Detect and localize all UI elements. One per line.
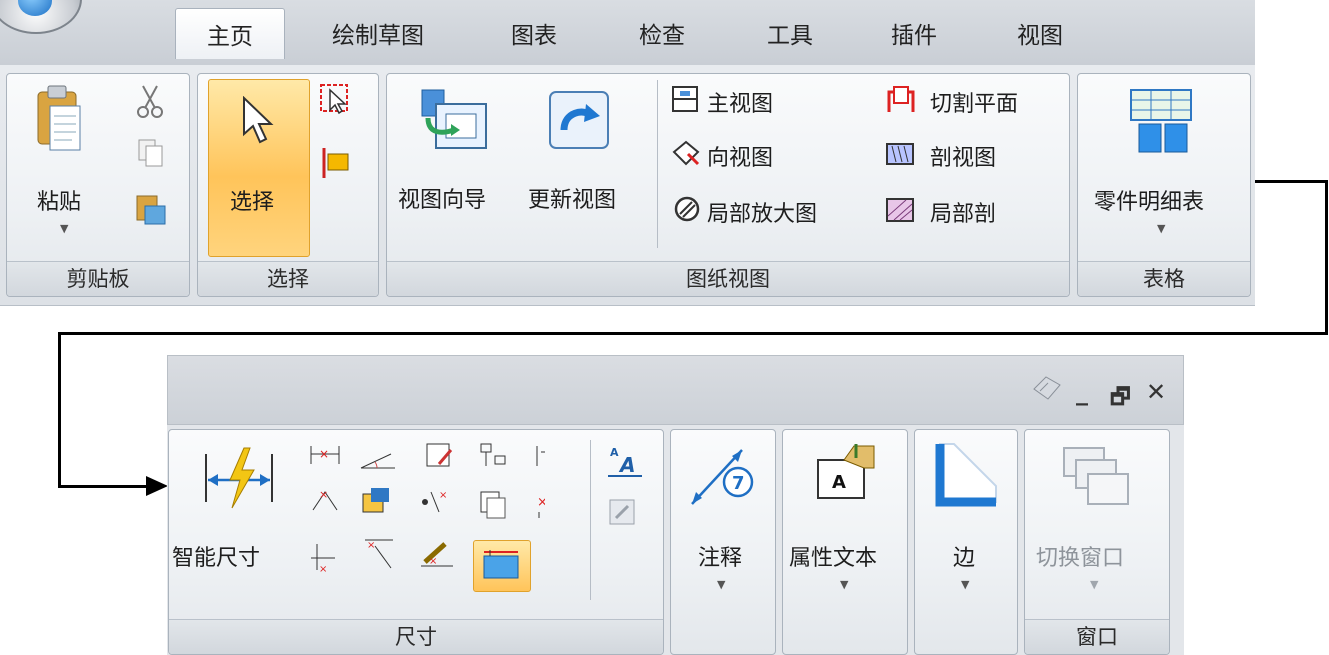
minimize-button[interactable]: _ [1076,378,1088,406]
tab-sketch[interactable]: 绘制草图 [318,8,438,58]
connector-arrowhead-icon [146,476,168,496]
svg-text:×: × [367,540,375,551]
group-label-dimension: 尺寸 [169,619,663,654]
angular-coordinate-icon: × [422,490,447,513]
detail-view-icon [674,196,700,222]
paste-dropdown-icon[interactable]: ▼ [60,222,68,235]
edge-icon[interactable] [932,440,1002,510]
angle-between-icon [360,453,395,469]
cutting-plane-icon [887,86,915,112]
select-arrow-icon [243,96,274,144]
svg-text:×: × [439,490,447,501]
property-text-label[interactable]: 属性文本 [789,540,877,572]
switch-window-icon[interactable] [1060,444,1134,510]
property-text-icon[interactable]: A [812,440,882,504]
smart-depth-icon: × [421,542,453,567]
svg-text:×: × [319,447,329,461]
svg-text:A: A [610,446,619,459]
tab-view[interactable]: 视图 [1000,8,1080,58]
parts-list-dropdown-icon[interactable]: ▼ [1157,222,1165,235]
copy-icon[interactable] [137,138,165,168]
update-views-icon[interactable] [546,88,614,154]
attached-dimension-icon [362,488,389,513]
cutting-plane-label[interactable]: 切割平面 [930,86,1018,118]
tab-charts[interactable]: 图表 [494,8,574,58]
tab-home[interactable]: 主页 [175,8,285,59]
svg-text:A: A [832,472,846,493]
dimension-axis-icon [483,550,519,579]
text-style-icon[interactable]: A A [606,442,646,478]
connector-line [1325,180,1328,335]
group-label-select: 选择 [198,261,378,296]
paste-label[interactable]: 粘贴 [37,184,81,216]
group-label-clipboard: 剪贴板 [7,261,189,296]
chamfer-dimension-icon: × [312,488,338,511]
distance-between-icon: × [310,446,340,464]
view-wizard-icon[interactable] [418,84,490,154]
restore-button[interactable]: 🗗 [1110,380,1131,418]
view-wizard-label[interactable]: 视图向导 [398,182,486,214]
svg-text:×: × [429,556,437,567]
select-window-icon[interactable] [318,82,352,116]
svg-text:A: A [618,453,635,477]
edge-label[interactable]: 边 [953,540,975,572]
tab-addins[interactable]: 插件 [874,8,954,58]
annotation-icon[interactable]: 7 [688,444,762,508]
select-label[interactable]: 选择 [230,184,274,216]
broken-out-section-label[interactable]: 局部剖 [930,196,996,228]
dimension-style-icon: ×× [537,495,545,518]
section-view-icon [886,143,914,165]
svg-text:×: × [319,488,328,501]
annotation-dropdown-icon[interactable]: ▼ [717,578,725,591]
close-button[interactable]: ✕ [1146,378,1166,406]
svg-text:7: 7 [732,473,745,494]
annotation-label[interactable]: 注释 [698,540,742,572]
copy-dimension-icon [480,491,506,519]
group-label-window: 窗口 [1025,619,1169,654]
connector-line [58,332,61,487]
separator [657,80,658,248]
auxiliary-view-label[interactable]: 向视图 [707,140,773,172]
symmetric-diameter-icon [536,446,545,466]
coordinate-dimension-icon [480,443,506,466]
parts-list-label[interactable]: 零件明细表 [1094,184,1204,216]
edge-dropdown-icon[interactable]: ▼ [961,578,969,591]
parts-list-icon[interactable] [1125,88,1203,158]
tab-inspect[interactable]: 检查 [622,8,702,58]
radial-dimension-icon: × [311,544,335,575]
separator [590,440,591,600]
annotation-edit-icon [426,443,453,467]
connector-line [1255,180,1328,183]
svg-text:×: × [537,495,545,510]
principal-view-icon [672,86,698,112]
connector-line [58,485,153,488]
section-view-label[interactable]: 剖视图 [930,140,996,172]
auxiliary-view-icon [672,140,700,166]
connector-line [58,332,1328,335]
quick-pick-icon[interactable] [320,146,354,180]
cut-icon[interactable] [135,84,165,118]
arc-dimension-icon: × [365,539,393,569]
top-ribbon: 主页 绘制草图 图表 检查 工具 插件 视图 剪贴板 粘贴 ▼ 选择 选择 图纸… [0,0,1255,306]
format-painter-icon[interactable] [606,496,642,530]
tab-tools[interactable]: 工具 [750,8,830,58]
broken-out-section-icon [886,198,914,222]
update-views-label[interactable]: 更新视图 [528,182,616,214]
smart-dimension-label[interactable]: 智能尺寸 [172,540,260,572]
switch-window-dropdown-icon[interactable]: ▼ [1090,578,1098,591]
paste-special-icon[interactable] [133,192,169,228]
property-text-dropdown-icon[interactable]: ▼ [840,578,848,591]
detail-view-label[interactable]: 局部放大图 [707,196,817,228]
smart-dimension-icon[interactable] [200,446,280,510]
switch-window-label[interactable]: 切换窗口 [1036,540,1124,572]
help-icon[interactable] [1030,373,1064,403]
group-label-tables: 表格 [1078,261,1250,296]
principal-view-label[interactable]: 主视图 [707,86,773,118]
group-label-drawing-views: 图纸视图 [387,261,1069,296]
svg-text:×: × [319,564,327,575]
paste-icon[interactable] [34,84,84,156]
